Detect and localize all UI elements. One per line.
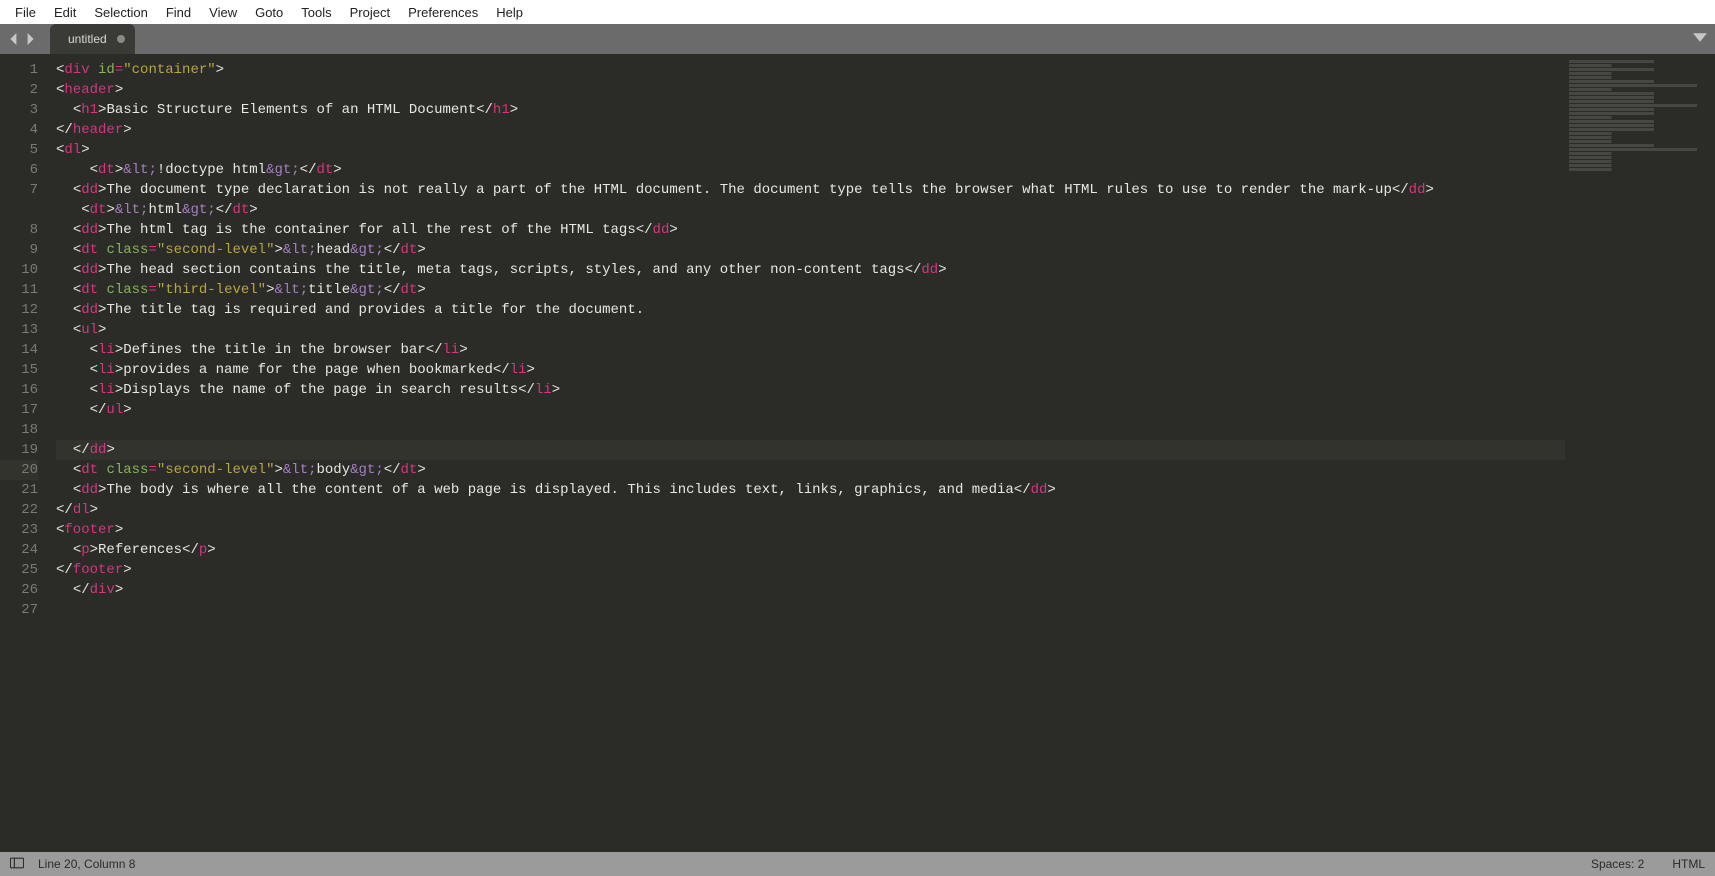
code-line[interactable]: <li>Defines the title in the browser bar… [56, 340, 1565, 360]
menu-find[interactable]: Find [157, 5, 200, 20]
tab-nav-arrows[interactable] [0, 33, 44, 45]
line-number[interactable]: 3 [0, 100, 38, 120]
cursor-position[interactable]: Line 20, Column 8 [38, 857, 135, 871]
line-number[interactable]: 15 [0, 360, 38, 380]
line-number[interactable]: 6 [0, 160, 38, 180]
code-line[interactable]: </div> [56, 580, 1565, 600]
tab-title: untitled [68, 32, 107, 46]
line-number[interactable]: 17 [0, 400, 38, 420]
chevron-down-icon [1693, 31, 1707, 45]
code-line[interactable]: </header> [56, 120, 1565, 140]
line-number[interactable]: 9 [0, 240, 38, 260]
line-number[interactable]: 21 [0, 480, 38, 500]
minimap[interactable] [1565, 54, 1715, 852]
line-number[interactable]: 18 [0, 420, 38, 440]
next-tab-icon [24, 33, 36, 45]
line-number[interactable]: 19 [0, 440, 38, 460]
panel-switch-icon[interactable] [10, 857, 24, 872]
line-number[interactable]: 13 [0, 320, 38, 340]
line-number[interactable]: 25 [0, 560, 38, 580]
code-line[interactable]: <header> [56, 80, 1565, 100]
menu-goto[interactable]: Goto [246, 5, 292, 20]
code-line[interactable]: </dd> [56, 440, 1565, 460]
menu-project[interactable]: Project [341, 5, 399, 20]
code-line[interactable] [56, 420, 1565, 440]
code-line[interactable]: <dd>The title tag is required and provid… [56, 300, 1565, 320]
menu-view[interactable]: View [200, 5, 246, 20]
code-line[interactable]: <dd>The body is where all the content of… [56, 480, 1565, 500]
menu-edit[interactable]: Edit [45, 5, 85, 20]
code-line[interactable]: </dl> [56, 500, 1565, 520]
line-number[interactable]: 14 [0, 340, 38, 360]
line-number[interactable]: 24 [0, 540, 38, 560]
menu-preferences[interactable]: Preferences [399, 5, 487, 20]
syntax-setting[interactable]: HTML [1672, 857, 1705, 871]
code-line[interactable]: <dt>&lt;!doctype html&gt;</dt> [56, 160, 1565, 180]
line-number[interactable]: 26 [0, 580, 38, 600]
menubar: FileEditSelectionFindViewGotoToolsProjec… [0, 0, 1715, 24]
tab-untitled[interactable]: untitled [50, 24, 135, 54]
tab-strip: untitled [0, 24, 1715, 54]
line-number[interactable]: 8 [0, 220, 38, 240]
menu-help[interactable]: Help [487, 5, 532, 20]
code-line[interactable]: <li>provides a name for the page when bo… [56, 360, 1565, 380]
line-number[interactable]: 5 [0, 140, 38, 160]
code-line[interactable]: <dt>&lt;html&gt;</dt> [56, 200, 1565, 220]
code-editor[interactable]: <div id="container"><header> <h1>Basic S… [48, 54, 1565, 852]
tab-overflow-button[interactable] [1693, 31, 1707, 48]
line-number[interactable]: 11 [0, 280, 38, 300]
line-number[interactable]: 2 [0, 80, 38, 100]
code-line[interactable]: <div id="container"> [56, 60, 1565, 80]
code-line[interactable]: <dd>The head section contains the title,… [56, 260, 1565, 280]
code-line[interactable]: <dd>The document type declaration is not… [56, 180, 1565, 200]
editor-area: 1234567891011121314151617181920212223242… [0, 54, 1715, 852]
tab-dirty-dot-icon [117, 35, 125, 43]
menu-file[interactable]: File [6, 5, 45, 20]
menu-selection[interactable]: Selection [85, 5, 156, 20]
line-number-gutter[interactable]: 1234567891011121314151617181920212223242… [0, 54, 48, 852]
line-number[interactable]: 16 [0, 380, 38, 400]
code-line[interactable]: </footer> [56, 560, 1565, 580]
code-line[interactable]: <dt class="second-level">&lt;head&gt;</d… [56, 240, 1565, 260]
indentation-setting[interactable]: Spaces: 2 [1591, 857, 1644, 871]
code-line[interactable]: <dd>The html tag is the container for al… [56, 220, 1565, 240]
line-number[interactable]: 10 [0, 260, 38, 280]
code-line[interactable]: <h1>Basic Structure Elements of an HTML … [56, 100, 1565, 120]
code-line[interactable]: <li>Displays the name of the page in sea… [56, 380, 1565, 400]
code-line[interactable]: <ul> [56, 320, 1565, 340]
code-line[interactable]: <dt class="second-level">&lt;body&gt;</d… [56, 460, 1565, 480]
code-line[interactable]: </ul> [56, 400, 1565, 420]
line-number[interactable]: 12 [0, 300, 38, 320]
line-number[interactable]: 22 [0, 500, 38, 520]
line-number[interactable]: 4 [0, 120, 38, 140]
code-line[interactable]: <dt class="third-level">&lt;title&gt;</d… [56, 280, 1565, 300]
line-number[interactable]: 1 [0, 60, 38, 80]
line-number[interactable]: 27 [0, 600, 38, 620]
line-number[interactable]: 20 [0, 460, 38, 480]
status-bar: Line 20, Column 8 Spaces: 2 HTML [0, 852, 1715, 876]
code-line[interactable]: <footer> [56, 520, 1565, 540]
prev-tab-icon [8, 33, 20, 45]
code-line[interactable]: <p>References</p> [56, 540, 1565, 560]
menu-tools[interactable]: Tools [292, 5, 340, 20]
line-number[interactable]: 23 [0, 520, 38, 540]
code-line[interactable]: <dl> [56, 140, 1565, 160]
line-number[interactable]: 7 [0, 180, 38, 220]
